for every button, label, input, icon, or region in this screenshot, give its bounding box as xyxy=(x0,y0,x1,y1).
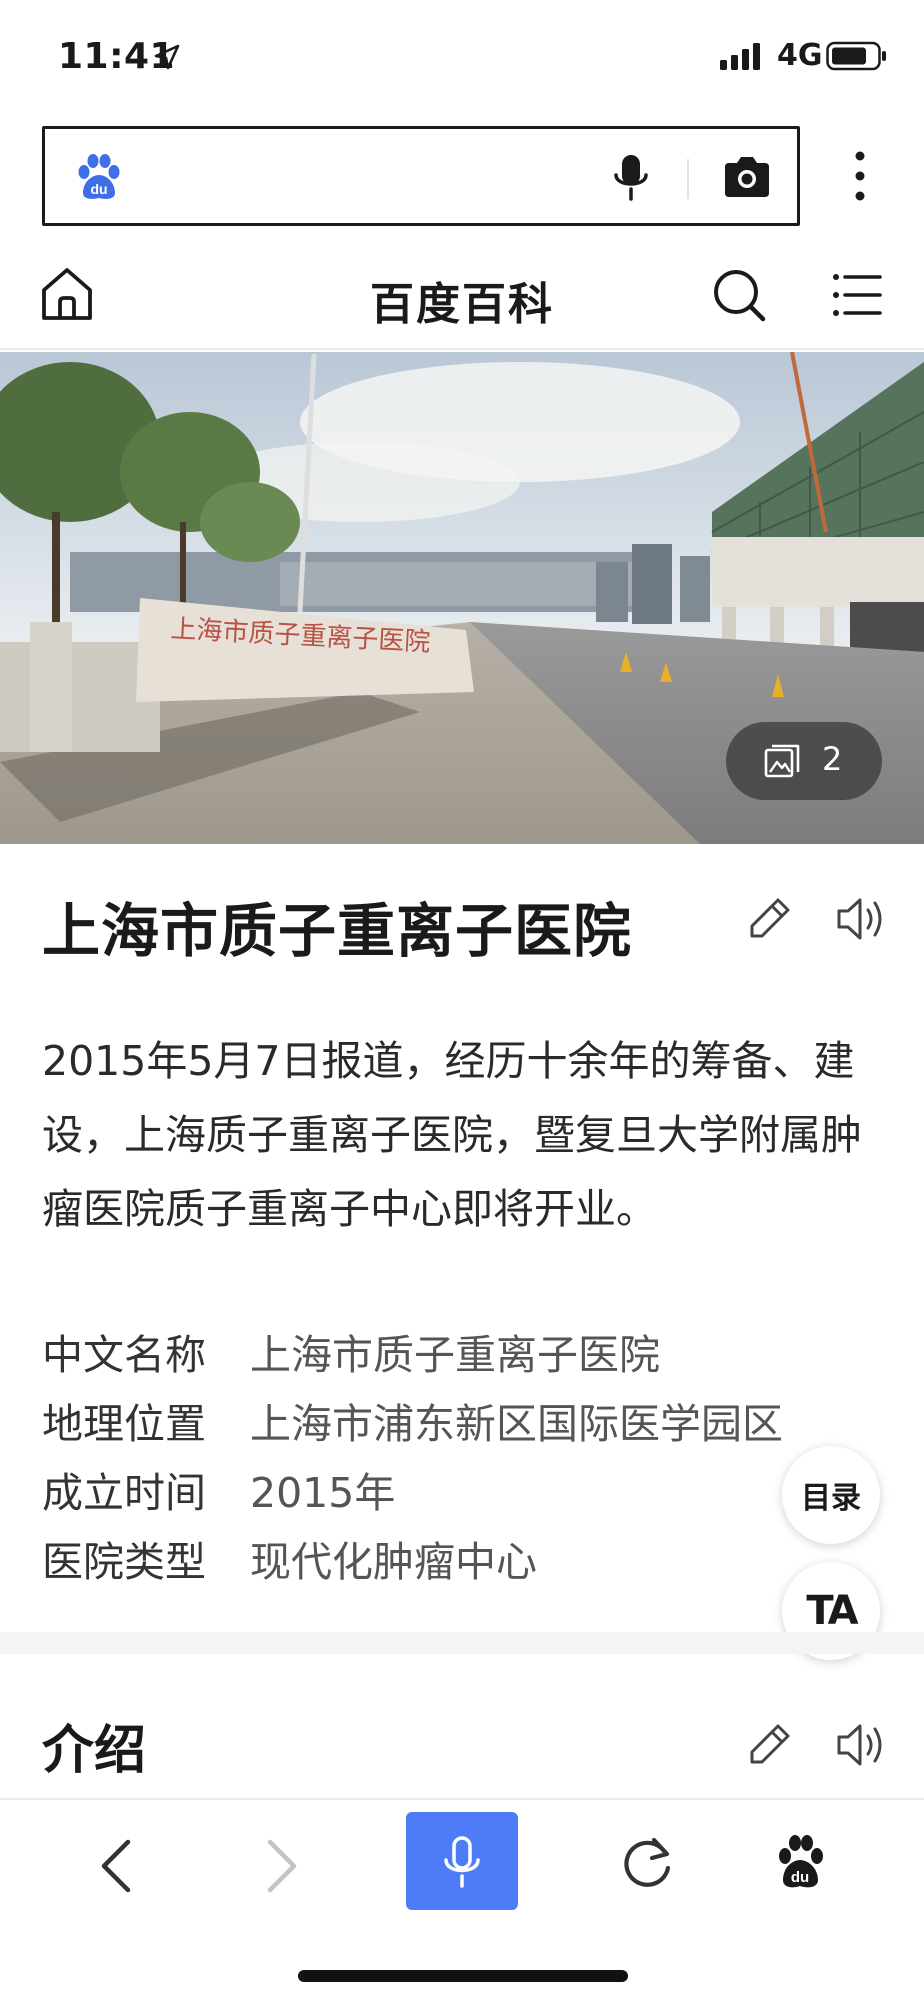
info-key: 地理位置 xyxy=(42,1399,206,1448)
baidu-paw-icon[interactable]: du xyxy=(75,153,121,201)
camera-icon[interactable] xyxy=(721,155,773,199)
search-divider xyxy=(687,159,689,199)
bottom-nav: du xyxy=(0,1798,924,2001)
edit-icon[interactable] xyxy=(748,1722,792,1766)
mic-icon[interactable] xyxy=(611,153,651,203)
location-arrow-icon xyxy=(154,44,180,70)
info-value: 现代化肿瘤中心 xyxy=(250,1537,537,1586)
search-input[interactable]: du xyxy=(42,126,800,226)
more-icon[interactable] xyxy=(852,150,868,202)
forward-icon[interactable] xyxy=(258,1836,306,1896)
page-title: 百度百科 xyxy=(370,279,554,330)
toc-button[interactable]: 目录 xyxy=(782,1446,880,1544)
home-indicator xyxy=(298,1970,628,1982)
baidu-paw-icon[interactable]: du xyxy=(776,1834,824,1890)
speaker-icon[interactable] xyxy=(836,896,886,942)
section-divider xyxy=(0,1632,924,1654)
info-value: 上海市浦东新区国际医学园区 xyxy=(250,1399,783,1448)
menu-icon[interactable] xyxy=(832,272,882,318)
info-row: 成立时间 2015年 xyxy=(42,1454,882,1523)
entry-summary: 2015年5月7日报道，经历十余年的筹备、建设，上海质子重离子医院，暨复旦大学附… xyxy=(42,1037,862,1233)
edit-icon[interactable] xyxy=(748,896,792,940)
logo-text: du xyxy=(90,181,107,197)
info-key: 中文名称 xyxy=(42,1330,206,1379)
entry-title: 上海市质子重离子医院 xyxy=(42,897,633,965)
photo-count: 2 xyxy=(822,740,843,778)
gallery-icon xyxy=(764,744,800,778)
voice-mic-icon xyxy=(444,1836,480,1888)
svg-text:du: du xyxy=(791,1869,809,1886)
section-title: 介绍 xyxy=(42,1721,147,1781)
signal-icon xyxy=(720,43,760,70)
info-table: 中文名称 上海市质子重离子医院 地理位置 上海市浦东新区国际医学园区 成立时间 … xyxy=(42,1316,882,1592)
info-value: 上海市质子重离子医院 xyxy=(250,1330,660,1379)
photo-count-badge[interactable]: 2 xyxy=(726,722,882,800)
refresh-icon[interactable] xyxy=(620,1834,674,1892)
search-icon[interactable] xyxy=(712,268,766,322)
network-label: 4G xyxy=(777,38,823,73)
status-bar: 11:41 4G xyxy=(0,0,924,118)
info-row: 医院类型 现代化肿瘤中心 xyxy=(42,1523,882,1592)
info-key: 医院类型 xyxy=(42,1537,206,1586)
speaker-icon[interactable] xyxy=(836,1722,886,1768)
voice-search-button[interactable] xyxy=(406,1812,518,1910)
info-row: 地理位置 上海市浦东新区国际医学园区 xyxy=(42,1385,882,1454)
battery-icon xyxy=(826,41,886,71)
back-icon[interactable] xyxy=(92,1836,140,1896)
header-bar: 百度百科 xyxy=(0,246,924,350)
info-row: 中文名称 上海市质子重离子医院 xyxy=(42,1316,882,1385)
info-value: 2015年 xyxy=(250,1468,396,1517)
info-key: 成立时间 xyxy=(42,1468,206,1517)
